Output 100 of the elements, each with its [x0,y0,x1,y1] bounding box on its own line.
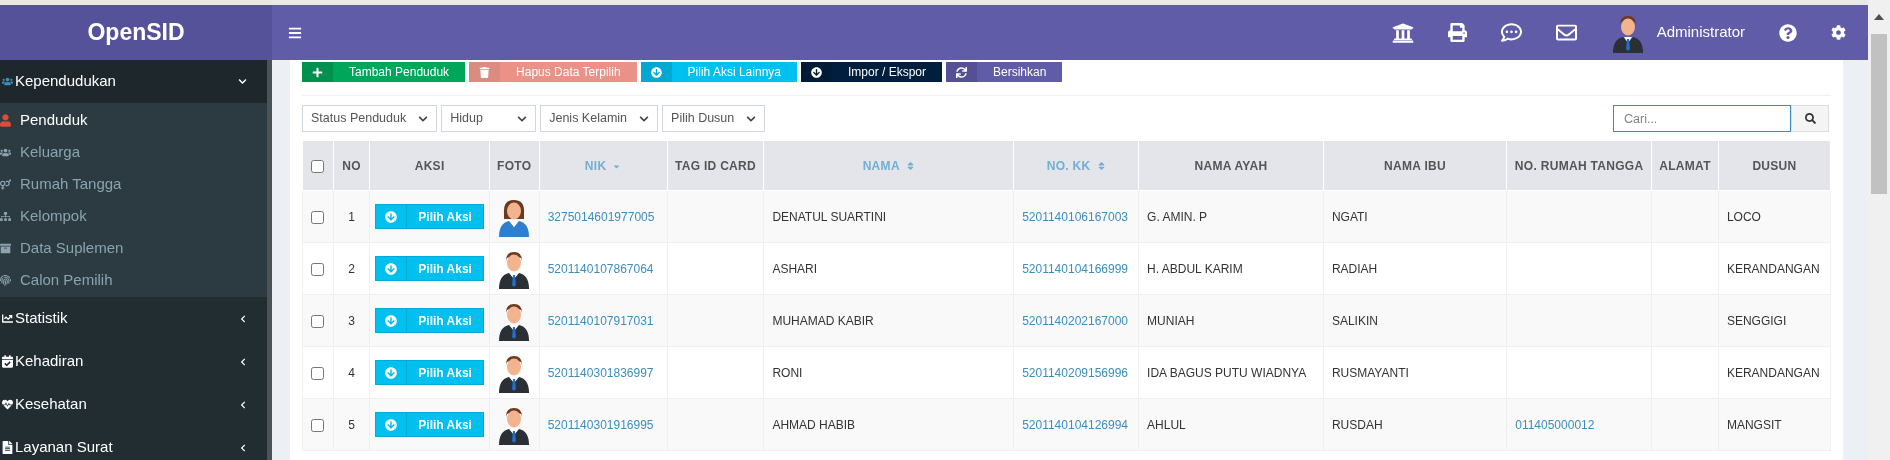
sidebar-submenu-item[interactable]: Data Suplemen [0,232,267,264]
table-cell: AHLUL [1147,417,1186,432]
table-cell: RUSMAYANTI [1331,365,1409,380]
table-cell: G. AMIN. P [1147,209,1208,224]
document-icon [2,441,13,454]
row-checkbox[interactable] [311,366,325,380]
sidebar-submenu-item[interactable]: Rumah Tangga [0,168,267,200]
sidebar-submenu-item[interactable]: Penduduk [0,104,267,136]
column-header: TAG ID CARD [674,158,756,175]
action-button[interactable]: Pilih Aksi [375,204,484,229]
arrow-down-icon [385,314,398,327]
search-icon [1804,113,1816,124]
sidebar-menu-item[interactable]: Layanan Surat [0,426,267,460]
sidebar-submenu-item[interactable]: Calon Pemilih [0,264,267,296]
table-cell: RONI [772,365,803,380]
sitemap-icon [0,209,11,223]
arrow-down-icon [650,66,662,78]
toolbar-button[interactable]: Bersihkan [946,62,1063,82]
filter-select[interactable]: Status Penduduk [302,105,438,132]
search-field[interactable]: Cari... [1613,105,1791,132]
calendar-icon [2,355,13,368]
sidebar-submenu-item[interactable]: Kelompok [0,200,267,232]
toolbar-button[interactable]: Tambah Penduduk [302,62,466,82]
chart-icon [2,312,13,325]
table-cell: KERANDANGAN [1726,365,1820,380]
arrow-down-icon [385,210,398,223]
column-header: ALAMAT [1659,158,1711,175]
sidebar-menu-item[interactable]: Kesehatan [0,383,267,426]
search-button[interactable] [1791,105,1829,132]
plus-icon [312,66,323,78]
row-number: 1 [348,209,355,224]
record-link[interactable]: 011405000012 [1515,417,1595,432]
help-icon[interactable] [1779,23,1797,42]
sidebar-menu-item[interactable]: Statistik [0,297,267,340]
toolbar-button[interactable]: Pilih Aksi Lainnya [640,62,797,82]
select-all-checkbox[interactable] [311,159,325,173]
chevron-down-icon [418,113,429,124]
row-number: 4 [348,365,355,380]
row-checkbox[interactable] [311,418,325,432]
app-logo[interactable]: OpenSID [0,5,272,60]
sort-icon [905,161,915,171]
filter-select[interactable]: Hidup [441,105,537,132]
column-header: NAMA IBU [1384,158,1447,175]
scroll-up-arrow-icon[interactable] [1874,14,1884,20]
column-header: NAMA AYAH [1194,158,1268,175]
column-header: NO [342,158,361,175]
sidebar-menu-item[interactable]: Kehadiran [0,340,267,383]
row-checkbox[interactable] [311,262,325,276]
column-header: FOTO [497,158,532,175]
column-header: AKSI [414,158,445,175]
table-cell: NGATI [1331,209,1368,224]
chevron-down-icon [517,113,528,124]
sidebar-submenu-item[interactable]: Keluarga [0,136,267,168]
sort-icon [1096,161,1106,171]
action-button[interactable]: Pilih Aksi [375,360,484,385]
bank-icon[interactable] [1391,21,1414,44]
arrow-down-icon [385,418,398,431]
arrow-down-icon [811,66,822,78]
table-cell: ASHARI [772,261,818,276]
row-checkbox[interactable] [311,210,325,224]
sidebar-menu-item[interactable]: Kependudukan [0,60,267,103]
refresh-icon [956,66,967,78]
row-number: 3 [348,313,355,328]
users-icon [2,75,13,88]
row-number: 5 [348,417,355,432]
table-cell: DENATUL SUARTINI [772,209,887,224]
printer-icon[interactable] [1447,23,1467,42]
column-header: DUSUN [1752,158,1797,175]
table-cell: MUHAMAD KABIR [772,313,874,328]
action-button[interactable]: Pilih Aksi [375,412,484,437]
filter-select[interactable]: Jenis Kelamin [540,105,659,132]
table-cell: MANGSIT [1726,417,1782,432]
table-cell: H. ABDUL KARIM [1147,261,1243,276]
table-cell: LOCO [1726,209,1761,224]
table-cell: RUSDAH [1331,417,1383,432]
table-cell: KERANDANGAN [1726,261,1820,276]
table-cell: SENGGIGI [1726,313,1787,328]
mail-icon[interactable] [1555,22,1577,43]
heartbeat-icon [2,398,13,411]
row-number: 2 [348,261,355,276]
archive-icon [0,241,11,255]
action-button[interactable]: Pilih Aksi [375,308,484,333]
chat-icon[interactable] [1500,22,1522,43]
arrow-down-icon [385,262,398,275]
gender-icon [0,177,11,191]
trash-icon [479,66,491,78]
settings-icon[interactable] [1831,25,1846,40]
user-icon [0,113,11,127]
action-button[interactable]: Pilih Aksi [375,256,484,281]
table-cell: MUNIAH [1147,313,1195,328]
menu-icon[interactable] [288,25,302,40]
column-header: NO. RUMAH TANGGA [1514,158,1644,175]
row-checkbox[interactable] [311,314,325,328]
toolbar-button[interactable]: Impor / Ekspor [801,62,942,82]
scrollbar[interactable] [1868,0,1890,460]
filter-select[interactable]: Pilih Dusun [662,105,766,132]
user-name[interactable]: Administrator [1656,21,1745,44]
arrow-down-icon [385,366,398,379]
chevron-down-icon [746,113,757,124]
table-cell: SALIKIN [1331,313,1378,328]
